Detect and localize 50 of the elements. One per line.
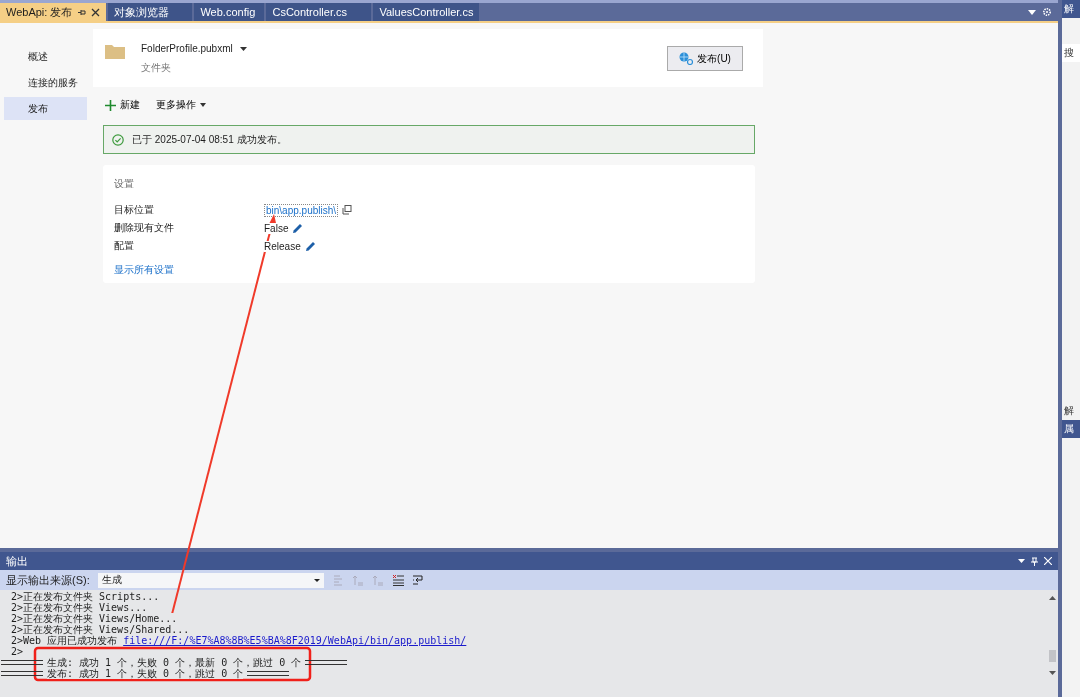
file-link[interactable]: file:///F:/%E7%A8%8B%E5%BA%8F2019/WebApi/bin/app.publish/ [123,635,467,646]
caret-icon[interactable] [239,46,247,51]
more-actions-button[interactable]: 更多操作 [156,98,206,112]
setting-value: False [264,222,289,234]
setting-label: 目标位置 [114,203,155,217]
settings-icon[interactable] [1042,7,1052,17]
close-icon[interactable] [91,7,101,17]
pencil-icon[interactable] [304,240,316,252]
check-circle-icon [112,133,124,146]
settings-heading: 设置 [114,177,135,191]
dropdown-icon[interactable] [1018,559,1025,563]
pin-icon[interactable] [1031,556,1038,566]
clear-all-icon[interactable] [391,574,404,586]
globe-icon [679,52,694,65]
document-tab[interactable]: Web.config [194,3,265,21]
show-all-settings-link[interactable]: 显示所有设置 [114,263,755,277]
setting-label: 配置 [114,239,135,253]
profile-type: 文件夹 [141,61,172,75]
pin-icon[interactable] [77,7,87,17]
nav-item[interactable]: 连接的服务 [4,71,87,94]
output-source-label: 显示输出来源(S): [6,572,90,588]
nav-item[interactable]: 发布 [4,97,87,120]
document-tab[interactable]: WebApi: 发布 [0,3,107,21]
scroll-up-icon[interactable] [1048,596,1056,600]
pencil-icon[interactable] [292,222,304,234]
setting-value: Release [264,240,301,252]
folder-icon [105,43,125,59]
document-tab[interactable]: ValuesController.cs [373,3,480,21]
publish-button[interactable]: 发布(U) [667,46,743,71]
nav-item[interactable]: 概述 [4,45,87,68]
success-message: 已于 2025-07-04 08:51 成功发布。 [132,132,287,147]
side-panel-title[interactable]: 属 [1062,420,1080,438]
word-wrap-icon[interactable] [411,574,424,586]
scroll-down-icon[interactable] [1048,671,1056,675]
document-tab[interactable]: CsController.cs [266,3,372,21]
profile-name[interactable]: FolderProfile.pubxml [141,43,233,54]
caret-icon [200,103,206,107]
document-tab[interactable]: 对象浏览器 [108,3,193,21]
side-panel-title[interactable]: 搜 [1062,44,1080,62]
side-panel-title[interactable]: 解 [1062,0,1080,18]
output-source-dropdown[interactable]: 生成 [97,572,324,588]
target-path-link[interactable]: bin\app.publish\ [264,203,339,217]
caret-icon [313,578,320,582]
setting-label: 删除现有文件 [114,221,175,235]
new-button[interactable]: 新建 [105,98,140,112]
dropdown-icon[interactable] [1028,9,1036,15]
plus-icon [105,99,116,111]
output-panel-title: 输出 [6,553,28,569]
copy-icon[interactable] [342,205,353,215]
scrollbar-thumb[interactable] [1048,649,1056,662]
